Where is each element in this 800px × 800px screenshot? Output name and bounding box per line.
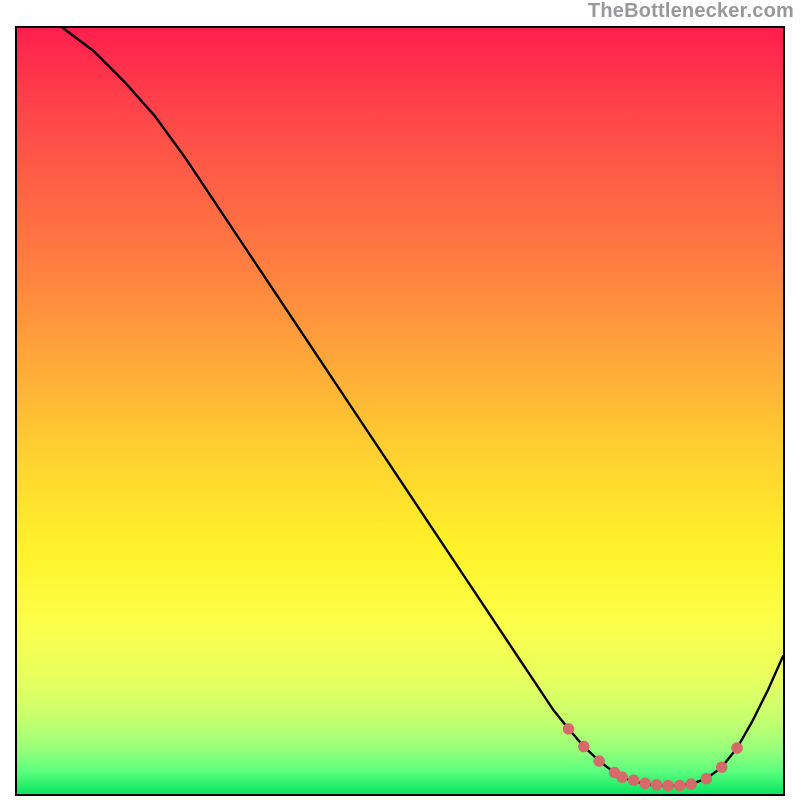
chart-container: TheBottlenecker.com	[0, 0, 800, 800]
chart-svg	[17, 28, 783, 794]
highlight-dots	[563, 723, 743, 791]
watermark-text: TheBottlenecker.com	[0, 0, 800, 26]
bottleneck-curve	[63, 28, 783, 786]
plot-frame	[15, 26, 785, 796]
